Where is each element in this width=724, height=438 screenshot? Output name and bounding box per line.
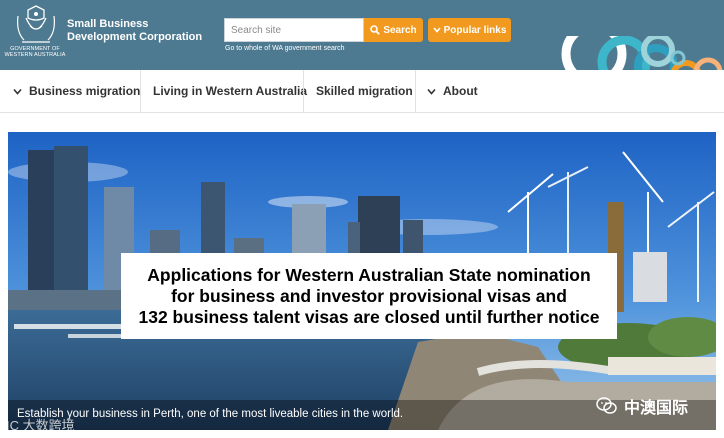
watermark-left: IC 大数跨境	[6, 418, 75, 433]
nav-divider	[140, 70, 141, 112]
crest-caption: GOVERNMENT OF WESTERN AUSTRALIA	[4, 46, 66, 58]
decorative-circles	[561, 36, 723, 70]
chevron-down-icon	[13, 88, 22, 95]
chevron-down-icon	[432, 27, 441, 33]
nav-item-label: About	[443, 84, 478, 98]
search-icon	[370, 25, 381, 35]
site-header: GOVERNMENT OF WESTERN AUSTRALIA Small Bu…	[0, 0, 724, 70]
visa-closure-notice: Applications for Western Australian Stat…	[121, 253, 617, 339]
popular-links-button[interactable]: Popular links	[428, 18, 511, 42]
nav-item-label: Living in Western Australia	[153, 84, 308, 98]
nav-item-business-migration[interactable]: Business migration	[12, 70, 140, 112]
search-button[interactable]: Search	[364, 18, 423, 42]
popular-links-label: Popular links	[443, 24, 507, 36]
chevron-down-icon	[427, 88, 436, 95]
search-input[interactable]	[224, 18, 364, 42]
watermark-right: 中澳国际	[596, 394, 688, 418]
organisation-name[interactable]: Small Business Development Corporation	[67, 18, 202, 44]
main-navigation: Business migration Living in Western Aus…	[0, 70, 724, 113]
hero-caption: Establish your business in Perth, one of…	[17, 408, 404, 420]
wechat-icon	[596, 397, 617, 414]
nav-item-label: Business migration	[29, 84, 141, 98]
nav-item-living-in-wa[interactable]: Living in Western Australia	[153, 70, 307, 112]
watermark-right-text: 中澳国际	[624, 400, 689, 417]
nav-item-about[interactable]: About	[426, 70, 478, 112]
search-button-label: Search	[383, 24, 417, 36]
nav-item-label: Skilled migration	[316, 84, 413, 98]
nav-divider	[303, 70, 304, 112]
whole-of-government-search-link[interactable]: Go to whole of WA government search	[225, 45, 345, 52]
hero-banner: Applications for Western Australian Stat…	[8, 132, 716, 430]
nav-item-skilled-migration[interactable]: Skilled migration	[316, 70, 413, 112]
nav-divider	[415, 70, 416, 112]
